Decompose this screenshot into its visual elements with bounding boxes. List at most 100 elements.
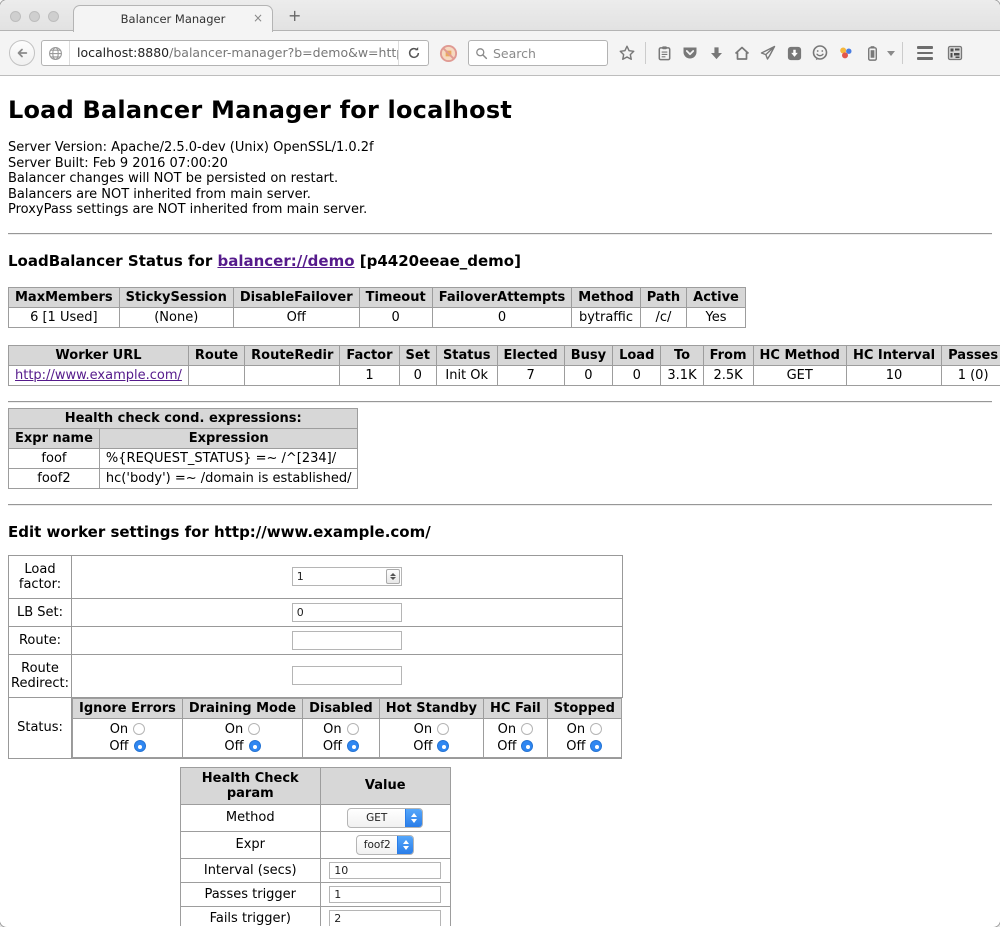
route-input[interactable] (292, 631, 402, 650)
on-label: On (567, 721, 585, 738)
hc-row-expr: Expr foof2 (180, 831, 450, 858)
disabled-on-radio[interactable] (347, 723, 359, 735)
off-label: Off (497, 738, 516, 755)
worker-row: http://www.example.com/ 1 0 Init Ok 7 0 … (9, 365, 1000, 385)
col-routeredir: RouteRedir (245, 345, 340, 365)
url-text[interactable]: localhost:8880/balancer-manager?b=demo&w… (69, 41, 398, 65)
hc-fails-input[interactable] (329, 910, 441, 927)
balancer-demo-link[interactable]: balancer://demo (217, 252, 354, 270)
col-draining-mode: Draining Mode (182, 698, 302, 718)
hamburger-icon (917, 46, 933, 60)
route-redirect-input[interactable] (292, 666, 402, 685)
browser-tab[interactable]: Balancer Manager × (73, 5, 273, 32)
page-content: Load Balancer Manager for localhost Serv… (0, 76, 1000, 926)
edit-worker-form: Load factor: LB Set: Route: Route Redire… (8, 555, 623, 927)
ignore-errors-on-radio[interactable] (133, 723, 145, 735)
extension-battery-button[interactable] (859, 41, 885, 65)
bookmark-button[interactable] (614, 41, 640, 65)
paper-plane-icon (759, 44, 777, 62)
square-download-icon (786, 45, 803, 62)
cell-to: 3.1K (661, 365, 703, 385)
hc-fails-label: Fails trigger) (180, 906, 320, 926)
hc-method-select[interactable]: GET (347, 808, 423, 828)
col-hc-method: HC Method (753, 345, 846, 365)
col-status: Status (436, 345, 497, 365)
reload-icon (407, 46, 421, 60)
hot-standby-on-radio[interactable] (437, 723, 449, 735)
col-disablefailover: DisableFailover (233, 287, 359, 307)
expr-name: foof (9, 448, 100, 468)
reload-button[interactable] (398, 41, 428, 65)
home-icon (733, 44, 751, 62)
window-close-button[interactable] (10, 11, 21, 22)
chevron-down-icon[interactable] (887, 51, 895, 56)
hc-method-label: Method (180, 804, 320, 831)
save-page-button[interactable] (781, 41, 807, 65)
titlebar: Balancer Manager × + (0, 0, 1000, 31)
home-button[interactable] (729, 41, 755, 65)
hc-expr-select[interactable]: foof2 (356, 835, 414, 855)
adblock-button[interactable] (435, 41, 461, 65)
stopped-on-radio[interactable] (590, 723, 602, 735)
select-stepper-icon (405, 809, 422, 827)
disabled-off-radio[interactable] (347, 740, 359, 752)
server-info: Server Version: Apache/2.5.0-dev (Unix) … (8, 140, 992, 218)
feedback-button[interactable] (807, 41, 833, 65)
cell-load: 0 (613, 365, 661, 385)
route-redirect-label: Route Redirect: (9, 654, 72, 697)
hot-standby-off-radio[interactable] (437, 740, 449, 752)
worker-url-link[interactable]: http://www.example.com/ (15, 368, 182, 383)
cell-disablefailover: Off (233, 307, 359, 327)
url-bar[interactable]: localhost:8880/balancer-manager?b=demo&w… (41, 40, 429, 66)
notice-line: Balancer changes will NOT be persisted o… (8, 171, 992, 187)
extension-grid-button[interactable] (942, 41, 968, 65)
col-method: Method (572, 287, 640, 307)
back-button[interactable] (9, 40, 35, 66)
cell-routeredir (245, 365, 340, 385)
hc-passes-input[interactable] (329, 886, 441, 903)
search-input[interactable] (493, 46, 593, 61)
lb-set-input[interactable] (292, 603, 402, 622)
col-hc-value: Value (320, 767, 450, 804)
load-factor-label: Load factor: (9, 555, 72, 598)
cell-path: /c/ (640, 307, 686, 327)
hc-passes-label: Passes trigger (180, 882, 320, 906)
form-row-load-factor: Load factor: (9, 555, 623, 598)
stopped-off-radio[interactable] (590, 740, 602, 752)
downloads-button[interactable] (703, 41, 729, 65)
on-label: On (225, 721, 243, 738)
url-host: localhost:8880 (77, 45, 169, 60)
draining-mode-off-radio[interactable] (249, 740, 261, 752)
hc-fail-off-radio[interactable] (521, 740, 533, 752)
extension-colordots-button[interactable] (833, 41, 859, 65)
hc-interval-input[interactable] (329, 862, 441, 879)
table-header-row: MaxMembers StickySession DisableFailover… (9, 287, 746, 307)
new-tab-button[interactable]: + (288, 8, 301, 24)
col-busy: Busy (564, 345, 612, 365)
draining-mode-on-radio[interactable] (248, 723, 260, 735)
reading-list-button[interactable] (651, 41, 677, 65)
cell-status: Init Ok (436, 365, 497, 385)
expression-row: foof2 hc('body') =~ /domain is establish… (9, 468, 358, 488)
send-tab-button[interactable] (755, 41, 781, 65)
tab-close-icon[interactable]: × (253, 11, 263, 25)
col-elected: Elected (497, 345, 564, 365)
server-built-line: Server Built: Feb 9 2016 07:00:20 (8, 156, 992, 172)
col-set: Set (399, 345, 436, 365)
adblock-icon (439, 44, 458, 63)
pocket-button[interactable] (677, 41, 703, 65)
window-zoom-button[interactable] (48, 11, 59, 22)
number-spinner-icon[interactable] (386, 569, 400, 584)
ignore-errors-off-radio[interactable] (134, 740, 146, 752)
cell-failoverattempts: 0 (432, 307, 572, 327)
back-icon (15, 46, 29, 60)
search-bar[interactable] (468, 40, 608, 66)
window-minimize-button[interactable] (29, 11, 40, 22)
menu-button[interactable] (912, 41, 938, 65)
cell-maxmembers: 6 [1 Used] (9, 307, 120, 327)
form-row-route-redirect: Route Redirect: (9, 654, 623, 697)
hc-fail-on-radio[interactable] (521, 723, 533, 735)
cell-active: Yes (687, 307, 746, 327)
balancer-status-heading: LoadBalancer Status for balancer://demo … (8, 252, 992, 270)
cell-stickysession: (None) (119, 307, 233, 327)
